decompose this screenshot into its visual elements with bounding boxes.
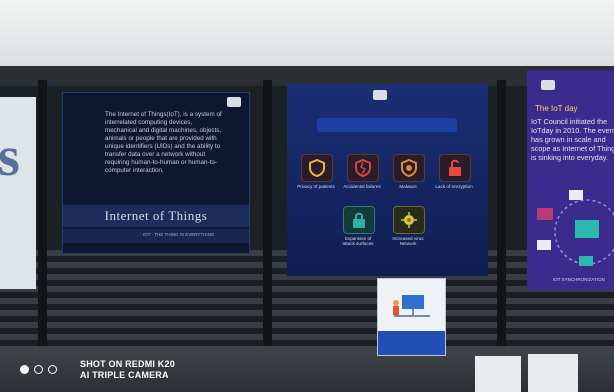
security-poster: Privacy of patients Accidental failures … <box>287 84 488 276</box>
iot-day-poster: The IoT day IoT Council initiated the Io… <box>527 70 614 290</box>
iot-poster: The Internet of Things(IoT), is a system… <box>62 92 250 254</box>
unlock-icon <box>439 154 471 182</box>
camera-dots-icon <box>20 365 68 375</box>
security-label: Increased virus Network <box>392 236 424 246</box>
notice-paper <box>475 356 521 392</box>
watermark-line1: SHOT ON REDMI K20 <box>80 359 175 369</box>
frame-rail <box>0 66 614 86</box>
left-poster: s <box>0 97 36 289</box>
frame-post <box>497 80 506 370</box>
shield-icon <box>301 154 333 182</box>
college-logo <box>227 97 241 107</box>
virus-icon <box>393 206 425 234</box>
watermark-line2: AI TRIPLE CAMERA <box>80 370 169 380</box>
small-poster-band <box>378 331 445 355</box>
small-poster <box>377 278 446 356</box>
college-logo <box>373 90 387 100</box>
security-label: Accidental failures <box>343 184 381 189</box>
security-label: Malware <box>399 184 417 189</box>
frame-post <box>263 80 272 370</box>
iot-poster-body: The Internet of Things(IoT), is a system… <box>105 111 222 174</box>
security-label: Lack of encryption <box>435 184 473 189</box>
iot-poster-tagline: IOT - THE THING IS EVERYTHING <box>143 232 215 237</box>
college-logo <box>541 80 555 90</box>
iot-day-caption: IOT SYNCHRONIZATION <box>553 277 605 282</box>
iot-day-text: IoT Council initiated the IoTday in 2010… <box>531 117 614 162</box>
desk-illustration-icon <box>393 295 430 317</box>
security-label: Privacy of patients <box>297 184 335 189</box>
notice-paper <box>528 354 578 392</box>
frame-post <box>38 80 47 370</box>
iot-poster-tagline-band: IOT - THE THING IS EVERYTHING <box>63 229 249 243</box>
iot-day-heading: The IoT day <box>535 104 578 113</box>
left-poster-letter: s <box>0 126 20 188</box>
security-poster-heading-band <box>317 118 457 132</box>
security-label: Expansion of attack surfaces <box>342 236 374 246</box>
malware-shield-icon <box>393 154 425 182</box>
iot-network-illustration-icon <box>537 190 614 266</box>
ceiling-wall <box>0 0 614 70</box>
broken-shield-icon <box>347 154 379 182</box>
iot-poster-title: Internet of Things <box>63 205 249 227</box>
lock-icon <box>343 206 375 234</box>
